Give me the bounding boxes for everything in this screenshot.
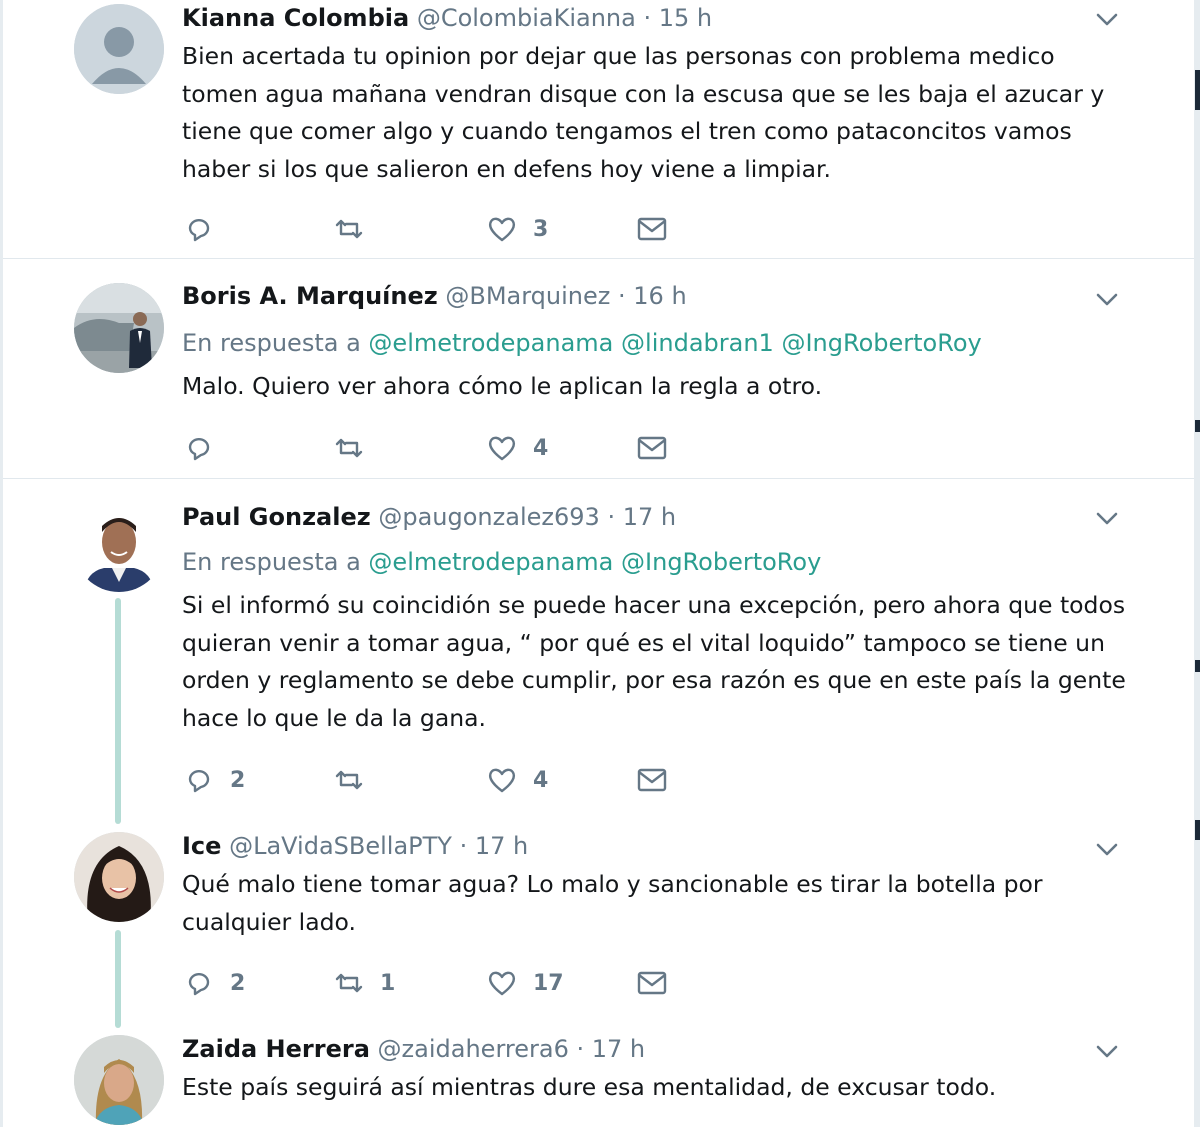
- mention-link[interactable]: @lindabran1: [621, 329, 774, 357]
- chevron-down-icon[interactable]: [1095, 8, 1119, 32]
- tweet-time[interactable]: · 17 h: [460, 832, 529, 860]
- scrollbar-mark: [1195, 820, 1200, 840]
- like-icon: [488, 768, 516, 793]
- direct-message-button[interactable]: [635, 431, 669, 465]
- scrollbar-mark: [1195, 70, 1200, 110]
- direct-message-icon: [637, 768, 667, 792]
- direct-message-button[interactable]: [635, 212, 669, 246]
- tweet-text: Este país seguirá así mientras dure esa …: [182, 1073, 997, 1101]
- tweet-header: Paul Gonzalez @paugonzalez693 · 17 h: [182, 502, 676, 532]
- avatar-photo[interactable]: [74, 1035, 164, 1125]
- author-name[interactable]: Ice: [182, 832, 221, 860]
- mention-link[interactable]: @elmetrodepanama: [368, 548, 613, 576]
- author-handle[interactable]: @LaVidaSBellaPTY: [229, 832, 452, 860]
- scrollbar-mark: [1195, 420, 1200, 432]
- chevron-down-icon[interactable]: [1095, 838, 1119, 862]
- mention-link[interactable]: @IngRobertoRoy: [781, 329, 981, 357]
- mention-link[interactable]: @elmetrodepanama: [368, 329, 613, 357]
- tweet-time[interactable]: · 17 h: [576, 1035, 645, 1063]
- reply-prefix: En respuesta a: [182, 329, 361, 357]
- author-handle[interactable]: @zaidaherrera6: [378, 1035, 569, 1063]
- retweet-count: 1: [380, 970, 396, 996]
- avatar-photo[interactable]: [74, 502, 164, 592]
- direct-message-icon: [637, 436, 667, 460]
- like-button[interactable]: 4: [485, 431, 548, 465]
- tweet-divider: [3, 478, 1194, 479]
- retweet-icon: [335, 973, 363, 993]
- chevron-down-icon[interactable]: [1095, 1040, 1119, 1064]
- reply-prefix: En respuesta a: [182, 548, 361, 576]
- tweet-text: Qué malo tiene tomar agua? Lo malo y san…: [182, 870, 1043, 936]
- avatar-photo[interactable]: [74, 283, 164, 373]
- tweet-time[interactable]: · 15 h: [643, 4, 712, 32]
- direct-message-button[interactable]: [635, 966, 669, 1000]
- retweet-icon: [335, 219, 363, 239]
- tweet-divider: [3, 258, 1194, 259]
- author-handle[interactable]: @BMarquinez: [445, 282, 610, 310]
- scrollbar-track[interactable]: [1194, 0, 1200, 1127]
- tweet-text: Malo. Quiero ver ahora cómo le aplican l…: [182, 372, 823, 400]
- tweet-time[interactable]: · 16 h: [618, 282, 687, 310]
- reply-button[interactable]: 2: [182, 763, 245, 797]
- avatar-default[interactable]: [74, 4, 164, 94]
- reply-button[interactable]: [182, 212, 230, 246]
- tweet-header: Kianna Colombia @ColombiaKianna · 15 h: [182, 3, 712, 33]
- retweet-button[interactable]: [332, 212, 380, 246]
- direct-message-icon: [637, 971, 667, 995]
- reply-context: En respuesta a @elmetrodepanama @lindabr…: [182, 328, 982, 358]
- reply-context: En respuesta a @elmetrodepanama @IngRobe…: [182, 547, 821, 577]
- direct-message-icon: [637, 217, 667, 241]
- avatar-photo[interactable]: [74, 832, 164, 922]
- author-name[interactable]: Paul Gonzalez: [182, 503, 371, 531]
- tweet-header: Zaida Herrera @zaidaherrera6 · 17 h: [182, 1034, 645, 1064]
- reply-button[interactable]: 2: [182, 966, 245, 1000]
- retweet-button[interactable]: [332, 431, 380, 465]
- like-button[interactable]: 4: [485, 763, 548, 797]
- retweet-button[interactable]: [332, 763, 380, 797]
- reply-icon: [188, 973, 210, 996]
- retweet-icon: [335, 770, 363, 790]
- reply-icon: [188, 770, 210, 793]
- like-icon: [488, 217, 516, 242]
- like-count: 3: [533, 216, 549, 242]
- tweet-time[interactable]: · 17 h: [607, 503, 676, 531]
- mention-link[interactable]: @IngRobertoRoy: [621, 548, 821, 576]
- scrollbar-mark: [1195, 660, 1200, 672]
- author-handle[interactable]: @ColombiaKianna: [417, 4, 636, 32]
- like-count: 17: [533, 970, 564, 996]
- like-count: 4: [533, 435, 549, 461]
- tweet-header: Boris A. Marquínez @BMarquinez · 16 h: [182, 281, 687, 311]
- tweet-text: Si el informó su coincidión se puede hac…: [182, 591, 1126, 732]
- reply-count: 2: [230, 767, 246, 793]
- like-button[interactable]: 17: [485, 966, 564, 1000]
- author-name[interactable]: Zaida Herrera: [182, 1035, 370, 1063]
- direct-message-button[interactable]: [635, 763, 669, 797]
- like-icon: [488, 436, 516, 461]
- author-name[interactable]: Boris A. Marquínez: [182, 282, 438, 310]
- tweet-text: Bien acertada tu opinion por dejar que l…: [182, 42, 1105, 183]
- reply-icon: [188, 438, 210, 461]
- thread-connector: [115, 930, 121, 1028]
- retweet-button[interactable]: 1: [332, 966, 395, 1000]
- thread-connector: [115, 598, 121, 824]
- retweet-icon: [335, 438, 363, 458]
- like-button[interactable]: 3: [485, 212, 548, 246]
- reply-button[interactable]: [182, 431, 230, 465]
- author-name[interactable]: Kianna Colombia: [182, 4, 409, 32]
- chevron-down-icon[interactable]: [1095, 288, 1119, 312]
- reply-icon: [188, 219, 210, 242]
- reply-count: 2: [230, 970, 246, 996]
- author-handle[interactable]: @paugonzalez693: [378, 503, 599, 531]
- tweet-header: Ice @LaVidaSBellaPTY · 17 h: [182, 831, 528, 861]
- like-count: 4: [533, 767, 549, 793]
- like-icon: [488, 971, 516, 996]
- chevron-down-icon[interactable]: [1095, 507, 1119, 531]
- window-left-edge: [0, 0, 3, 1127]
